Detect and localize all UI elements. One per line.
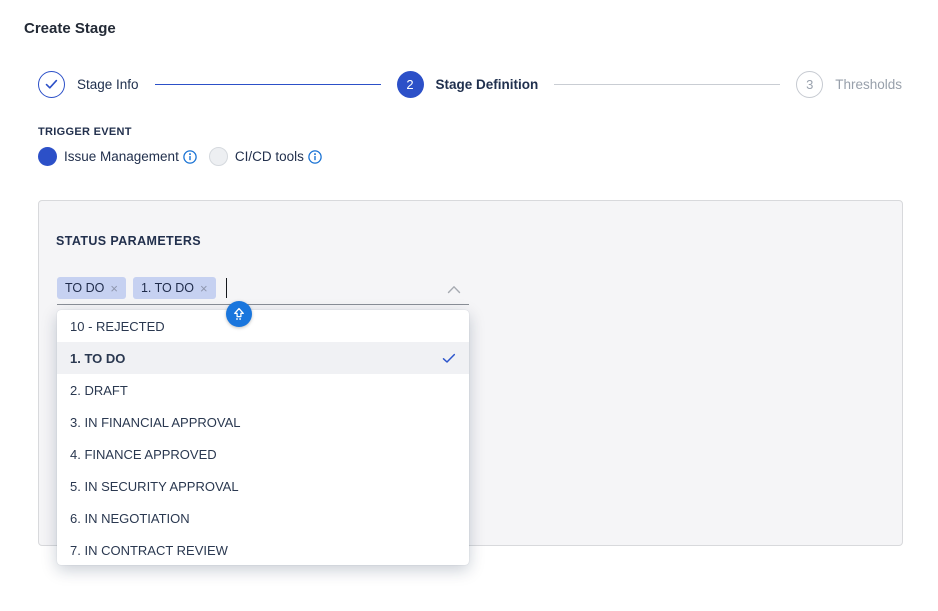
selected-chip: TO DO × xyxy=(57,277,126,299)
trigger-event-label: TRIGGER EVENT xyxy=(38,126,938,138)
radio-cicd-tools[interactable] xyxy=(209,147,228,166)
check-icon xyxy=(442,353,456,364)
dropdown-option-selected[interactable]: 1. TO DO xyxy=(57,342,469,374)
chip-label: 1. TO DO xyxy=(141,281,194,295)
dropdown-option[interactable]: 6. IN NEGOTIATION xyxy=(57,502,469,534)
step-number-circle: 3 xyxy=(796,71,823,98)
dropdown-option[interactable]: 3. IN FINANCIAL APPROVAL xyxy=(57,406,469,438)
stage-definition-panel: STATUS PARAMETERS TO DO × 1. TO DO × 10 … xyxy=(38,200,903,546)
page-title: Create Stage xyxy=(24,20,938,37)
dropdown-option[interactable]: 4. FINANCE APPROVED xyxy=(57,438,469,470)
dropdown-option[interactable]: 10 - REJECTED xyxy=(57,310,469,342)
trigger-event-options: Issue Management CI/CD tools xyxy=(38,147,938,166)
wizard-stepper: Stage Info 2 Stage Definition 3 Threshol… xyxy=(38,71,902,98)
step-stage-definition[interactable]: 2 Stage Definition xyxy=(397,71,539,98)
selected-chip: 1. TO DO × xyxy=(133,277,216,299)
radio-label: CI/CD tools xyxy=(235,149,304,164)
status-parameters-dropdown: 10 - REJECTED 1. TO DO 2. DRAFT 3. IN FI… xyxy=(57,310,469,565)
radio-issue-management[interactable] xyxy=(38,147,57,166)
step-label: Stage Info xyxy=(77,77,139,92)
scroll-up-cursor-icon xyxy=(226,301,252,327)
close-icon[interactable]: × xyxy=(200,281,208,296)
info-icon[interactable] xyxy=(308,150,322,164)
text-cursor xyxy=(226,278,228,298)
check-icon xyxy=(45,79,58,90)
chevron-up-icon[interactable] xyxy=(447,281,461,299)
stepper-connector xyxy=(554,84,780,85)
close-icon[interactable]: × xyxy=(110,281,118,296)
step-label: Thresholds xyxy=(835,77,902,92)
info-icon[interactable] xyxy=(183,150,197,164)
step-completed-circle xyxy=(38,71,65,98)
dropdown-option[interactable]: 7. IN CONTRACT REVIEW xyxy=(57,534,469,565)
step-thresholds[interactable]: 3 Thresholds xyxy=(796,71,902,98)
step-label: Stage Definition xyxy=(436,77,539,92)
chip-label: TO DO xyxy=(65,281,104,295)
dropdown-option[interactable]: 5. IN SECURITY APPROVAL xyxy=(57,470,469,502)
status-parameters-multiselect[interactable]: TO DO × 1. TO DO × xyxy=(57,272,469,305)
step-stage-info[interactable]: Stage Info xyxy=(38,71,139,98)
stepper-connector xyxy=(155,84,381,85)
status-parameters-label: STATUS PARAMETERS xyxy=(56,234,201,248)
radio-label: Issue Management xyxy=(64,149,179,164)
dropdown-option[interactable]: 2. DRAFT xyxy=(57,374,469,406)
step-number-circle: 2 xyxy=(397,71,424,98)
